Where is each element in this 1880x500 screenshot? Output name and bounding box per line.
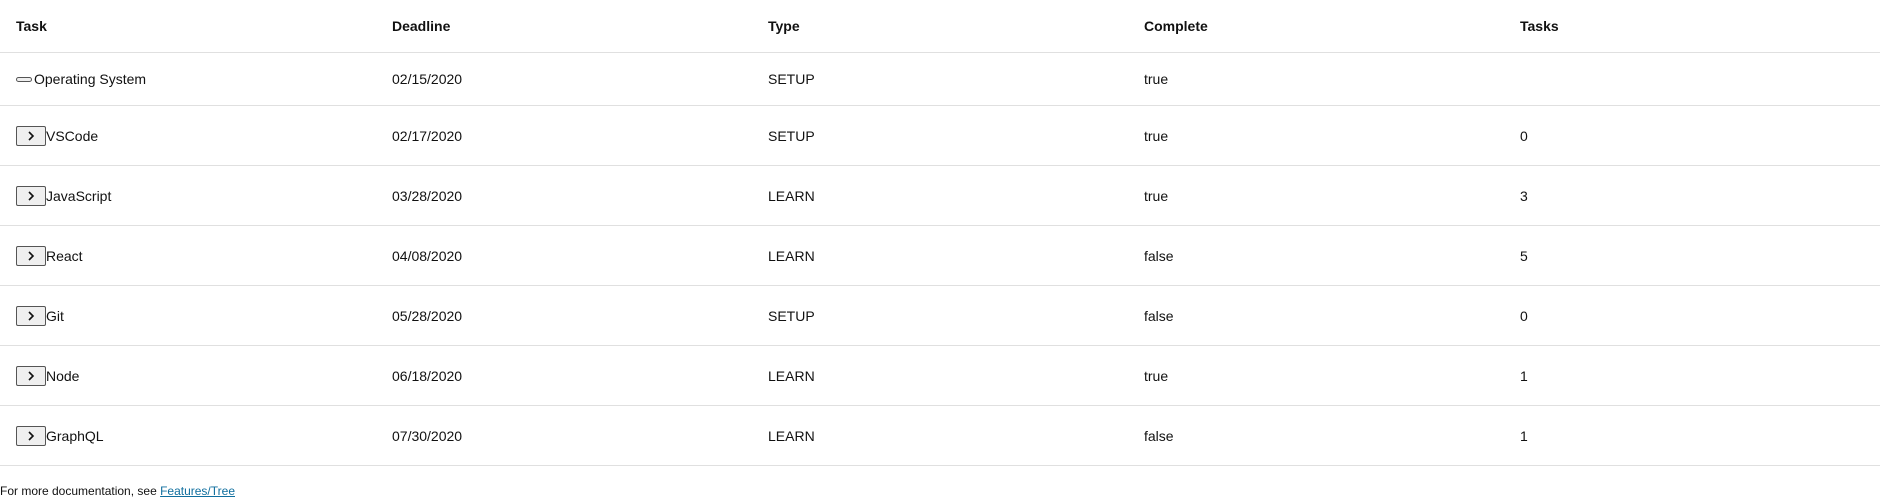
tasks-cell: 3: [1504, 165, 1880, 226]
deadline-cell: 07/30/2020: [376, 405, 752, 466]
expand-row-button[interactable]: [16, 185, 46, 206]
table-row: React 04/08/2020 LEARN false 5: [0, 225, 1880, 286]
deadline-cell: 03/28/2020: [376, 165, 752, 226]
complete-cell: true: [1128, 345, 1504, 406]
table-row: Git 05/28/2020 SETUP false 0: [0, 285, 1880, 346]
footer-note: For more documentation, see Features/Tre…: [0, 466, 1880, 498]
deadline-cell: 06/18/2020: [376, 345, 752, 406]
task-name: React: [46, 247, 83, 264]
header-row: Task Deadline Type Complete Tasks: [0, 0, 1880, 53]
tasks-cell: 1: [1504, 345, 1880, 406]
deadline-cell: 02/15/2020: [376, 52, 752, 106]
tree-table: Task Deadline Type Complete Tasks Operat…: [0, 0, 1880, 466]
type-cell: SETUP: [752, 285, 1128, 346]
chevron-right-icon: [28, 430, 35, 441]
deadline-cell: 04/08/2020: [376, 225, 752, 286]
task-cell: GraphQL: [0, 405, 376, 466]
type-cell: SETUP: [752, 105, 1128, 166]
table-row: Operating System 02/15/2020 SETUP true: [0, 52, 1880, 106]
table-row: GraphQL 07/30/2020 LEARN false 1: [0, 405, 1880, 466]
task-cell: JavaScript: [0, 165, 376, 226]
deadline-cell: 02/17/2020: [376, 105, 752, 166]
task-cell: Git: [0, 285, 376, 346]
type-cell: LEARN: [752, 225, 1128, 286]
collapsed-bar-icon[interactable]: [16, 76, 32, 82]
tasks-cell: 0: [1504, 285, 1880, 346]
tasks-cell: 0: [1504, 105, 1880, 166]
footer-text: For more documentation, see: [0, 484, 161, 498]
chevron-right-icon: [28, 310, 35, 321]
chevron-right-icon: [28, 250, 35, 261]
column-header-tasks[interactable]: Tasks: [1504, 0, 1880, 53]
expand-row-button[interactable]: [16, 425, 46, 446]
column-header-complete[interactable]: Complete: [1128, 0, 1504, 53]
task-name: JavaScript: [46, 187, 112, 204]
task-cell: Node: [0, 345, 376, 406]
type-cell: LEARN: [752, 165, 1128, 226]
complete-cell: false: [1128, 405, 1504, 466]
type-cell: LEARN: [752, 405, 1128, 466]
column-header-type[interactable]: Type: [752, 0, 1128, 53]
complete-cell: false: [1128, 285, 1504, 346]
table-row: Node 06/18/2020 LEARN true 1: [0, 345, 1880, 406]
task-cell: React: [0, 225, 376, 286]
task-name: Node: [46, 367, 80, 384]
task-cell: Operating System: [0, 52, 376, 106]
tasks-cell: 5: [1504, 225, 1880, 286]
task-cell: VSCode: [0, 105, 376, 166]
task-name: Git: [46, 307, 64, 324]
type-cell: LEARN: [752, 345, 1128, 406]
task-name: VSCode: [46, 127, 99, 144]
complete-cell: true: [1128, 105, 1504, 166]
table-row: VSCode 02/17/2020 SETUP true 0: [0, 105, 1880, 166]
features-tree-link[interactable]: Features/Tree: [160, 484, 235, 498]
table-row: JavaScript 03/28/2020 LEARN true 3: [0, 165, 1880, 226]
expand-row-button[interactable]: [16, 305, 46, 326]
complete-cell: true: [1128, 165, 1504, 226]
column-header-task[interactable]: Task: [0, 0, 376, 53]
expand-row-button[interactable]: [16, 125, 46, 146]
complete-cell: true: [1128, 52, 1504, 106]
column-header-deadline[interactable]: Deadline: [376, 0, 752, 53]
expand-row-button[interactable]: [16, 365, 46, 386]
tasks-cell: 1: [1504, 405, 1880, 466]
task-name: GraphQL: [46, 427, 104, 444]
chevron-right-icon: [28, 190, 35, 201]
task-name: Operating System: [34, 71, 147, 87]
chevron-right-icon: [28, 130, 35, 141]
expand-row-button[interactable]: [16, 245, 46, 266]
complete-cell: false: [1128, 225, 1504, 286]
deadline-cell: 05/28/2020: [376, 285, 752, 346]
chevron-right-icon: [28, 370, 35, 381]
tasks-cell: [1504, 52, 1880, 106]
type-cell: SETUP: [752, 52, 1128, 106]
